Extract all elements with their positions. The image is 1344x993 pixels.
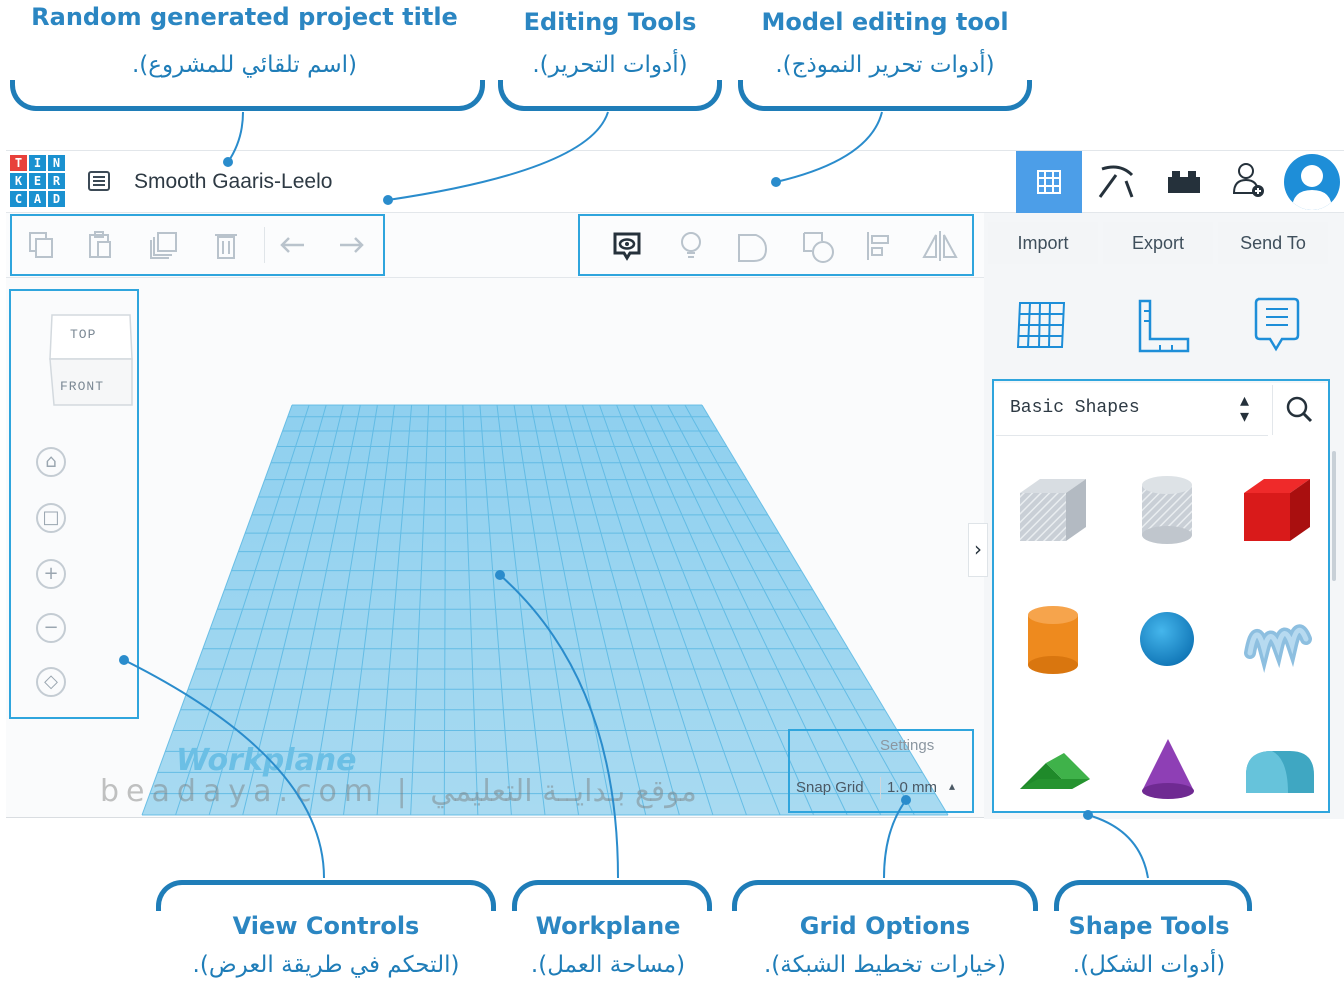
logo-letter: A <box>29 191 46 207</box>
callout-bracket <box>1054 880 1252 911</box>
pickaxe-icon[interactable] <box>1086 151 1146 213</box>
bricks-icon[interactable] <box>1154 151 1214 213</box>
notes-icon[interactable] <box>1252 295 1302 355</box>
panel-collapse-chevron-icon[interactable]: › <box>968 523 988 577</box>
grid-options-highlight <box>788 729 974 813</box>
grid-panel-icon[interactable] <box>1010 297 1070 353</box>
project-title[interactable]: Smooth Gaaris-Leelo <box>134 170 332 194</box>
callout-bracket <box>512 880 712 911</box>
callout-grid-options: Grid Options <box>799 912 971 940</box>
callout-shape-tools-ar: (أدوات الشكل). <box>1072 952 1226 978</box>
shape-tools-highlight <box>992 379 1330 813</box>
logo-letter: D <box>48 191 65 207</box>
callout-workplane: Workplane <box>535 912 681 940</box>
callout-bracket <box>156 880 496 911</box>
grid-view-icon[interactable] <box>1016 151 1082 213</box>
header-bar: TIN KER CAD Smooth Gaaris-Leelo <box>6 151 1344 213</box>
send-to-button[interactable]: Send To <box>1218 222 1328 264</box>
logo-letter: N <box>48 155 65 171</box>
callout-model-editing: Model editing tool <box>761 8 1009 36</box>
model-editing-highlight <box>578 214 974 276</box>
callout-workplane-ar: (مساحة العمل). <box>530 952 686 978</box>
panel-scrollbar[interactable] <box>1332 451 1336 581</box>
logo-letter: R <box>48 173 65 189</box>
logo-letter: E <box>29 173 46 189</box>
callout-model-editing-ar: (أدوات تحرير النموذج). <box>775 52 995 78</box>
tinkercad-logo[interactable]: TIN KER CAD <box>10 155 70 209</box>
callout-project-title-ar: (اسم تلقائي للمشروع). <box>131 52 358 78</box>
list-icon[interactable] <box>88 171 110 191</box>
watermark: beadaya.com | موقع بـدايــة التعليمي <box>100 774 697 809</box>
logo-letter: I <box>29 155 46 171</box>
callout-grid-options-ar: (خيارات تخطيط الشبكة). <box>764 952 1006 978</box>
callout-view-controls: View Controls <box>232 912 420 940</box>
view-controls-highlight <box>9 289 139 719</box>
ruler-icon[interactable] <box>1132 297 1192 355</box>
callout-editing-tools-ar: (أدوات التحرير). <box>532 52 688 78</box>
export-button[interactable]: Export <box>1103 222 1213 264</box>
logo-letter: T <box>10 155 27 171</box>
callout-bracket <box>498 80 722 111</box>
add-user-icon[interactable] <box>1220 151 1280 213</box>
import-button[interactable]: Import <box>988 222 1098 264</box>
app-window: TIN KER CAD Smooth Gaaris-Leelo Import Exp… <box>6 150 1344 819</box>
callout-project-title: Random generated project title <box>31 3 458 31</box>
callout-view-controls-ar: (التحكم في طريقة العرض). <box>192 952 460 978</box>
workplane-label: Workplane <box>176 743 357 778</box>
avatar-icon[interactable] <box>1284 154 1340 210</box>
callout-bracket <box>732 880 1038 911</box>
editing-tools-highlight <box>10 214 385 276</box>
callout-editing-tools: Editing Tools <box>523 8 697 36</box>
logo-letter: K <box>10 173 27 189</box>
logo-letter: C <box>10 191 27 207</box>
callout-shape-tools: Shape Tools <box>1068 912 1230 940</box>
callout-bracket <box>738 80 1032 111</box>
callout-bracket <box>10 80 485 111</box>
